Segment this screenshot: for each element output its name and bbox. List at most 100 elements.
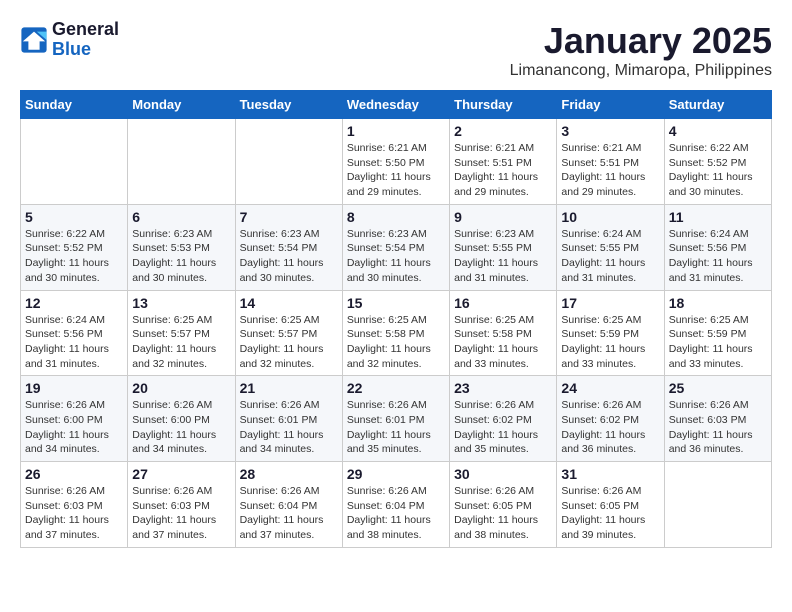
day-info: Sunrise: 6:26 AM Sunset: 6:04 PM Dayligh…: [240, 484, 338, 543]
day-number: 25: [669, 380, 767, 396]
day-info: Sunrise: 6:26 AM Sunset: 6:01 PM Dayligh…: [347, 398, 445, 457]
day-number: 5: [25, 209, 123, 225]
day-number: 20: [132, 380, 230, 396]
day-number: 8: [347, 209, 445, 225]
weekday-header-row: SundayMondayTuesdayWednesdayThursdayFrid…: [21, 91, 772, 119]
calendar-cell: [128, 119, 235, 205]
calendar-cell: 5 Sunrise: 6:22 AM Sunset: 5:52 PM Daylig…: [21, 204, 128, 290]
calendar-week-3: 12Sunrise: 6:24 AM Sunset: 5:56 PM Dayli…: [21, 290, 772, 376]
calendar-cell: 10 Sunrise: 6:24 AM Sunset: 5:55 PM Dayli…: [557, 204, 664, 290]
day-info: Sunrise: 6:24 AM Sunset: 5:56 PM Dayligh…: [669, 227, 767, 286]
day-number: 10: [561, 209, 659, 225]
day-number: 11: [669, 209, 767, 225]
calendar-cell: 8Sunrise: 6:23 AM Sunset: 5:54 PM Daylig…: [342, 204, 449, 290]
day-info: Sunrise: 6:26 AM Sunset: 6:03 PM Dayligh…: [669, 398, 767, 457]
day-info: Sunrise: 6:25 AM Sunset: 5:58 PM Dayligh…: [347, 313, 445, 372]
calendar-cell: 17Sunrise: 6:25 AM Sunset: 5:59 PM Dayli…: [557, 290, 664, 376]
day-number: 29: [347, 466, 445, 482]
calendar-week-5: 26 Sunrise: 6:26 AM Sunset: 6:03 PM Dayli…: [21, 462, 772, 548]
calendar-cell: 24Sunrise: 6:26 AM Sunset: 6:02 PM Dayli…: [557, 376, 664, 462]
weekday-header-friday: Friday: [557, 91, 664, 119]
calendar-cell: 14 Sunrise: 6:25 AM Sunset: 5:57 PM Dayli…: [235, 290, 342, 376]
logo-general: General: [52, 19, 119, 39]
day-info: Sunrise: 6:21 AM Sunset: 5:51 PM Dayligh…: [561, 141, 659, 200]
calendar-cell: 2 Sunrise: 6:21 AM Sunset: 5:51 PM Daylig…: [450, 119, 557, 205]
day-number: 19: [25, 380, 123, 396]
logo: General Blue: [20, 20, 119, 60]
calendar-week-4: 19 Sunrise: 6:26 AM Sunset: 6:00 PM Dayli…: [21, 376, 772, 462]
day-info: Sunrise: 6:26 AM Sunset: 6:05 PM Dayligh…: [454, 484, 552, 543]
calendar-cell: 3 Sunrise: 6:21 AM Sunset: 5:51 PM Daylig…: [557, 119, 664, 205]
day-number: 9: [454, 209, 552, 225]
day-info: Sunrise: 6:26 AM Sunset: 6:03 PM Dayligh…: [25, 484, 123, 543]
day-info: Sunrise: 6:26 AM Sunset: 6:01 PM Dayligh…: [240, 398, 338, 457]
day-info: Sunrise: 6:21 AM Sunset: 5:50 PM Dayligh…: [347, 141, 445, 200]
calendar-cell: 19 Sunrise: 6:26 AM Sunset: 6:00 PM Dayli…: [21, 376, 128, 462]
day-info: Sunrise: 6:25 AM Sunset: 5:57 PM Dayligh…: [240, 313, 338, 372]
day-info: Sunrise: 6:22 AM Sunset: 5:52 PM Dayligh…: [25, 227, 123, 286]
calendar-cell: 4 Sunrise: 6:22 AM Sunset: 5:52 PM Daylig…: [664, 119, 771, 205]
day-number: 2: [454, 123, 552, 139]
calendar-cell: 15Sunrise: 6:25 AM Sunset: 5:58 PM Dayli…: [342, 290, 449, 376]
day-number: 17: [561, 295, 659, 311]
day-number: 26: [25, 466, 123, 482]
day-number: 14: [240, 295, 338, 311]
logo-icon: [20, 26, 48, 54]
logo-blue: Blue: [52, 39, 91, 59]
day-number: 12: [25, 295, 123, 311]
day-info: Sunrise: 6:26 AM Sunset: 6:00 PM Dayligh…: [25, 398, 123, 457]
day-number: 16: [454, 295, 552, 311]
calendar-cell: 28 Sunrise: 6:26 AM Sunset: 6:04 PM Dayli…: [235, 462, 342, 548]
day-number: 30: [454, 466, 552, 482]
day-number: 22: [347, 380, 445, 396]
calendar-cell: 11 Sunrise: 6:24 AM Sunset: 5:56 PM Dayli…: [664, 204, 771, 290]
calendar-cell: 6 Sunrise: 6:23 AM Sunset: 5:53 PM Daylig…: [128, 204, 235, 290]
calendar-cell: 21 Sunrise: 6:26 AM Sunset: 6:01 PM Dayli…: [235, 376, 342, 462]
calendar-cell: 13Sunrise: 6:25 AM Sunset: 5:57 PM Dayli…: [128, 290, 235, 376]
month-title: January 2025: [510, 20, 772, 62]
day-number: 1: [347, 123, 445, 139]
day-number: 3: [561, 123, 659, 139]
calendar-cell: 23 Sunrise: 6:26 AM Sunset: 6:02 PM Dayli…: [450, 376, 557, 462]
day-info: Sunrise: 6:26 AM Sunset: 6:03 PM Dayligh…: [132, 484, 230, 543]
day-info: Sunrise: 6:23 AM Sunset: 5:55 PM Dayligh…: [454, 227, 552, 286]
day-info: Sunrise: 6:24 AM Sunset: 5:55 PM Dayligh…: [561, 227, 659, 286]
calendar-cell: 30 Sunrise: 6:26 AM Sunset: 6:05 PM Dayli…: [450, 462, 557, 548]
calendar-cell: [235, 119, 342, 205]
day-info: Sunrise: 6:26 AM Sunset: 6:05 PM Dayligh…: [561, 484, 659, 543]
calendar-cell: 9 Sunrise: 6:23 AM Sunset: 5:55 PM Daylig…: [450, 204, 557, 290]
calendar-cell: [664, 462, 771, 548]
day-number: 6: [132, 209, 230, 225]
calendar-cell: 7Sunrise: 6:23 AM Sunset: 5:54 PM Daylig…: [235, 204, 342, 290]
day-info: Sunrise: 6:25 AM Sunset: 5:59 PM Dayligh…: [669, 313, 767, 372]
calendar-cell: 12Sunrise: 6:24 AM Sunset: 5:56 PM Dayli…: [21, 290, 128, 376]
day-info: Sunrise: 6:26 AM Sunset: 6:02 PM Dayligh…: [454, 398, 552, 457]
day-number: 23: [454, 380, 552, 396]
calendar-cell: 25 Sunrise: 6:26 AM Sunset: 6:03 PM Dayli…: [664, 376, 771, 462]
weekday-header-thursday: Thursday: [450, 91, 557, 119]
day-info: Sunrise: 6:25 AM Sunset: 5:58 PM Dayligh…: [454, 313, 552, 372]
weekday-header-saturday: Saturday: [664, 91, 771, 119]
day-info: Sunrise: 6:26 AM Sunset: 6:02 PM Dayligh…: [561, 398, 659, 457]
page-header: General Blue January 2025 Limanancong, M…: [20, 20, 772, 80]
calendar-cell: 20 Sunrise: 6:26 AM Sunset: 6:00 PM Dayli…: [128, 376, 235, 462]
weekday-header-sunday: Sunday: [21, 91, 128, 119]
calendar-cell: 18Sunrise: 6:25 AM Sunset: 5:59 PM Dayli…: [664, 290, 771, 376]
day-number: 4: [669, 123, 767, 139]
day-number: 27: [132, 466, 230, 482]
day-number: 28: [240, 466, 338, 482]
day-info: Sunrise: 6:26 AM Sunset: 6:04 PM Dayligh…: [347, 484, 445, 543]
weekday-header-monday: Monday: [128, 91, 235, 119]
day-info: Sunrise: 6:21 AM Sunset: 5:51 PM Dayligh…: [454, 141, 552, 200]
day-info: Sunrise: 6:23 AM Sunset: 5:53 PM Dayligh…: [132, 227, 230, 286]
calendar-cell: 27 Sunrise: 6:26 AM Sunset: 6:03 PM Dayli…: [128, 462, 235, 548]
day-number: 21: [240, 380, 338, 396]
location: Limanancong, Mimaropa, Philippines: [510, 62, 772, 80]
calendar-cell: 22 Sunrise: 6:26 AM Sunset: 6:01 PM Dayli…: [342, 376, 449, 462]
day-info: Sunrise: 6:23 AM Sunset: 5:54 PM Dayligh…: [240, 227, 338, 286]
day-info: Sunrise: 6:26 AM Sunset: 6:00 PM Dayligh…: [132, 398, 230, 457]
day-info: Sunrise: 6:22 AM Sunset: 5:52 PM Dayligh…: [669, 141, 767, 200]
calendar-week-2: 5 Sunrise: 6:22 AM Sunset: 5:52 PM Daylig…: [21, 204, 772, 290]
calendar-cell: 1 Sunrise: 6:21 AM Sunset: 5:50 PM Daylig…: [342, 119, 449, 205]
calendar-cell: 16 Sunrise: 6:25 AM Sunset: 5:58 PM Dayli…: [450, 290, 557, 376]
